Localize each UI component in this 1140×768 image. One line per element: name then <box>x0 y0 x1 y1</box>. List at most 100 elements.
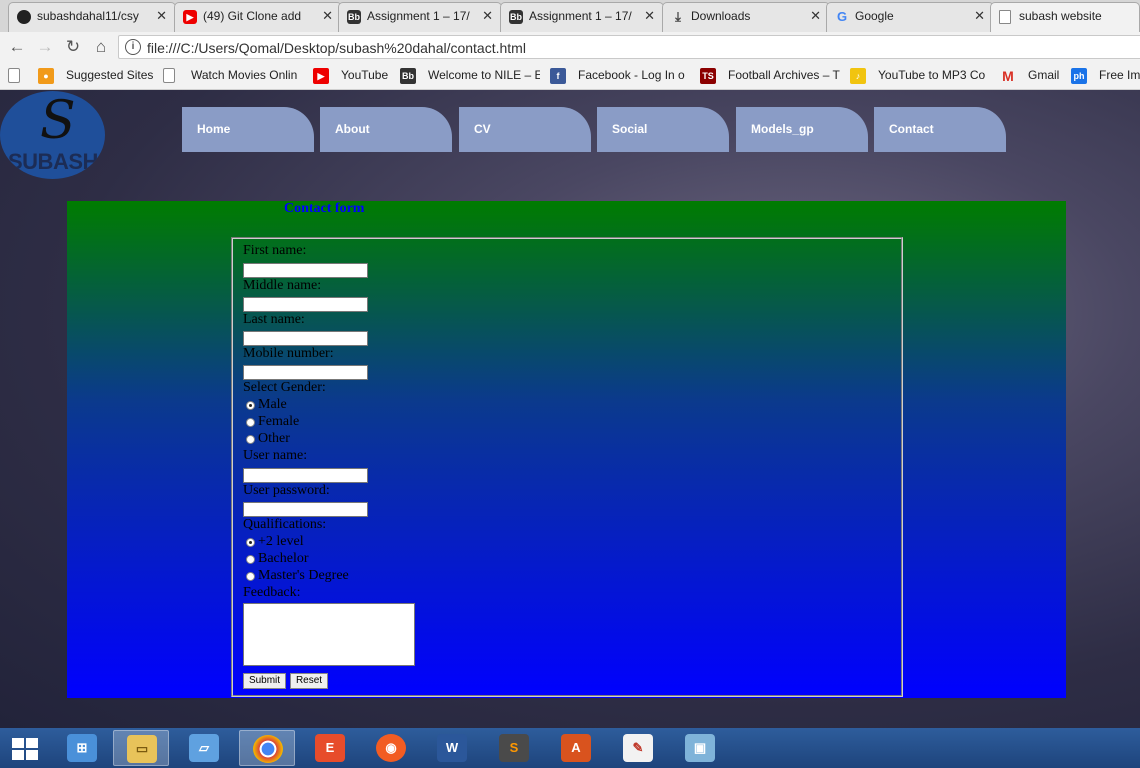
feedback-textarea[interactable] <box>243 603 415 666</box>
facebook-icon: f <box>550 68 566 84</box>
tab-downloads[interactable]: ⤓ Downloads ✕ <box>662 2 830 32</box>
last-name-label: Last name: <box>243 312 305 327</box>
file-explorer-icon[interactable]: ▭ <box>113 730 169 766</box>
form-fieldset: First name: Middle name: Last name: Mobi… <box>231 237 903 697</box>
nav-label: Contact <box>889 122 934 136</box>
middle-name-label: Middle name: <box>243 278 322 293</box>
tab-youtube[interactable]: ▶ (49) Git Clone add ✕ <box>174 2 342 32</box>
last-name-input[interactable] <box>243 331 368 346</box>
bookmark-label: Facebook - Log In o <box>578 68 685 82</box>
home-icon[interactable]: ⌂ <box>90 36 112 58</box>
chrome-icon[interactable] <box>239 730 295 766</box>
tab-subash-website[interactable]: subash website <box>990 2 1140 32</box>
bookmark-youtube-mp3[interactable]: ♪ YouTube to MP3 Co <box>850 67 990 85</box>
bookmark-label: Welcome to NILE – E <box>428 68 540 82</box>
qualifications-label: Qualifications: <box>243 517 327 532</box>
close-icon[interactable]: ✕ <box>644 8 655 24</box>
photos-icon[interactable]: ▣ <box>672 730 728 766</box>
nav-about[interactable]: About <box>320 107 452 152</box>
reset-button[interactable]: Reset <box>290 673 328 689</box>
gender-male-radio[interactable] <box>246 401 255 410</box>
nav-models-gp[interactable]: Models_gp <box>736 107 868 152</box>
username-input[interactable] <box>243 468 368 483</box>
tab-label: subashdahal11/csy <box>37 9 139 23</box>
contact-form-panel: Contact form First name: Middle name: La… <box>67 201 1066 698</box>
bookmark-suggested-sites[interactable]: ● Suggested Sites <box>38 67 158 85</box>
sublime-text-icon[interactable]: S <box>486 730 542 766</box>
blackboard-icon: Bb <box>509 10 523 24</box>
gender-female-label: Female <box>258 414 300 429</box>
feedback-label: Feedback: <box>243 585 301 600</box>
gender-other-radio[interactable] <box>246 435 255 444</box>
mobile-input[interactable] <box>243 365 368 380</box>
address-toolbar: ← → ↻ ⌂ i file:///C:/Users/Qomal/Desktop… <box>0 32 1140 62</box>
nav-label: About <box>335 122 370 136</box>
tab-label: Google <box>855 9 894 23</box>
nav-cv[interactable]: CV <box>459 107 591 152</box>
control-panel-icon[interactable]: ⊞ <box>54 730 110 766</box>
bookmark-gmail[interactable]: M Gmail <box>1000 67 1065 85</box>
gender-other-label: Other <box>258 431 290 446</box>
form-title: Contact form <box>284 201 365 216</box>
start-icon[interactable] <box>10 736 38 760</box>
forward-icon[interactable]: → <box>34 36 56 58</box>
bookmark-label: Free Ima <box>1099 68 1140 82</box>
tab-label: Downloads <box>691 9 751 23</box>
close-icon[interactable]: ✕ <box>482 8 493 24</box>
site-logo[interactable]: S SUBASH <box>0 91 105 179</box>
nav-social[interactable]: Social <box>597 107 729 152</box>
web-page: S SUBASH Home About CV Social Models_gp … <box>0 90 1140 728</box>
bookmark-watch-movies[interactable]: Watch Movies Onlin <box>163 67 303 85</box>
tab-github[interactable]: subashdahal11/csy ✕ <box>8 2 176 32</box>
qualification-plus2-radio[interactable] <box>246 538 255 547</box>
qualification-bachelor-radio[interactable] <box>246 555 255 564</box>
apps-bookmark[interactable] <box>8 67 28 85</box>
camera-app-icon[interactable]: ◉ <box>363 730 419 766</box>
tab-strip: subashdahal11/csy ✕ ▶ (49) Git Clone add… <box>0 0 1140 32</box>
middle-name-input[interactable] <box>243 297 368 312</box>
submit-button[interactable]: Submit <box>243 673 286 689</box>
page-icon <box>8 68 20 83</box>
logo-letter: S <box>40 91 76 151</box>
bookmark-nile[interactable]: Bb Welcome to NILE – E <box>400 67 540 85</box>
close-icon[interactable]: ✕ <box>810 8 821 24</box>
close-icon[interactable]: ✕ <box>156 8 167 24</box>
close-icon[interactable]: ✕ <box>322 8 333 24</box>
logo-text: SUBASH <box>8 149 98 174</box>
bookmarks-bar: ● Suggested Sites Watch Movies Onlin ▶ Y… <box>0 62 1140 90</box>
acrobat-icon[interactable]: A <box>548 730 604 766</box>
first-name-input[interactable] <box>243 263 368 278</box>
nav-home[interactable]: Home <box>182 107 314 152</box>
bookmark-label: Gmail <box>1028 68 1060 82</box>
qualification-bachelor-label: Bachelor <box>258 551 309 566</box>
gender-label: Select Gender: <box>243 380 326 395</box>
tab-label: (49) Git Clone add <box>203 9 302 23</box>
paint-icon[interactable]: ✎ <box>610 730 666 766</box>
close-icon[interactable]: ✕ <box>974 8 985 24</box>
word-icon[interactable]: W <box>424 730 480 766</box>
gender-female-radio[interactable] <box>246 418 255 427</box>
bookmark-label: Watch Movies Onlin <box>191 68 298 82</box>
office-app-icon[interactable]: E <box>302 730 358 766</box>
bookmark-football[interactable]: TS Football Archives – T <box>700 67 840 85</box>
back-icon[interactable]: ← <box>6 36 28 58</box>
qualification-masters-radio[interactable] <box>246 572 255 581</box>
bookmark-facebook[interactable]: f Facebook - Log In o <box>550 67 690 85</box>
remote-desktop-icon[interactable]: ▱ <box>176 730 232 766</box>
page-icon <box>999 10 1011 24</box>
bookmark-label: YouTube <box>341 68 389 82</box>
info-icon[interactable]: i <box>125 39 141 55</box>
reload-icon[interactable]: ↻ <box>62 36 84 58</box>
suggested-sites-icon: ● <box>38 68 54 84</box>
first-name-label: First name: <box>243 243 307 258</box>
nav-label: Social <box>612 122 648 136</box>
address-input[interactable]: i file:///C:/Users/Qomal/Desktop/subash%… <box>118 35 1140 59</box>
tab-google[interactable]: G Google ✕ <box>826 2 994 32</box>
tab-assignment-1[interactable]: Bb Assignment 1 – 17/ ✕ <box>338 2 502 32</box>
bookmark-free-images[interactable]: ph Free Ima <box>1071 67 1140 85</box>
nav-label: Models_gp <box>751 122 814 136</box>
tab-assignment-2[interactable]: Bb Assignment 1 – 17/ ✕ <box>500 2 664 32</box>
bookmark-youtube[interactable]: ▶ YouTube <box>313 67 393 85</box>
password-input[interactable] <box>243 502 368 517</box>
nav-contact[interactable]: Contact <box>874 107 1006 152</box>
